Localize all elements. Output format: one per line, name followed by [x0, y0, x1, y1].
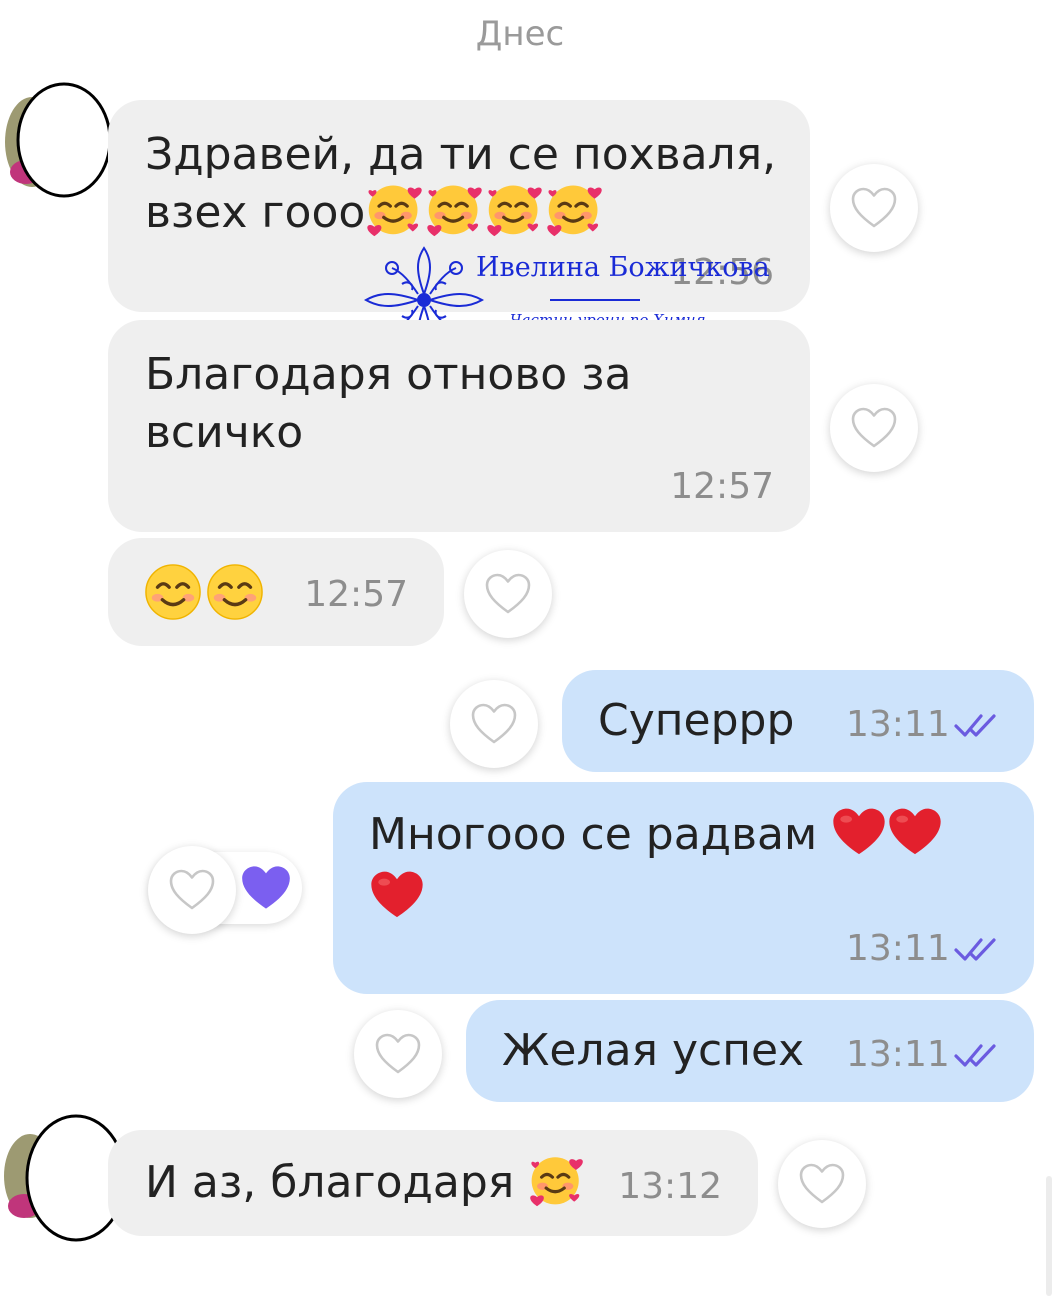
- message-text: Многооо се радвам: [369, 809, 818, 860]
- like-button[interactable]: [830, 384, 918, 472]
- message-bubble-outgoing[interactable]: Желая успех 13:11: [466, 1000, 1034, 1102]
- watermark-divider: [550, 299, 640, 301]
- like-button[interactable]: [464, 550, 552, 638]
- message-time: 13:11: [846, 704, 950, 745]
- smiling-face-icon: [144, 563, 264, 632]
- message-text: Желая успех: [502, 1025, 805, 1076]
- message-bubble-incoming[interactable]: И аз, благодаря 13:12: [108, 1130, 758, 1236]
- like-button[interactable]: [148, 846, 236, 934]
- heart-outline-icon: [484, 572, 532, 616]
- purple-heart-icon: [240, 864, 292, 912]
- smiling-face-with-hearts-icon: [528, 1157, 586, 1208]
- smiling-face-with-hearts-icon: [365, 187, 605, 238]
- like-button[interactable]: [354, 1010, 442, 1098]
- double-check-icon: [954, 934, 998, 964]
- like-button[interactable]: [778, 1140, 866, 1228]
- double-check-icon: [954, 1040, 998, 1070]
- like-button[interactable]: [830, 164, 918, 252]
- heart-outline-icon: [470, 702, 518, 746]
- message-time: 13:12: [618, 1166, 722, 1207]
- heart-outline-icon: [374, 1032, 422, 1076]
- contact-avatar[interactable]: [2, 82, 114, 200]
- message-bubble-incoming[interactable]: Благодаря отново за всичко 12:57: [108, 320, 810, 532]
- message-time: 12:57: [670, 466, 774, 507]
- message-time: 13:11: [846, 928, 950, 969]
- heart-outline-icon: [798, 1162, 846, 1206]
- like-button[interactable]: [450, 680, 538, 768]
- date-separator: Днес: [475, 14, 565, 54]
- message-text: И аз, благодаря: [145, 1157, 515, 1208]
- scrollbar[interactable]: [1046, 1176, 1052, 1296]
- message-bubble-incoming[interactable]: 12:57: [108, 538, 444, 646]
- message-text: Суперрр: [598, 695, 795, 746]
- watermark-name: Ивелина Божичкова: [476, 252, 770, 283]
- message-text: Благодаря отново за всичко: [145, 349, 632, 458]
- message-bubble-outgoing[interactable]: Суперрр 13:11: [562, 670, 1034, 772]
- message-time: 12:57: [304, 574, 408, 615]
- heart-outline-icon: [168, 868, 216, 912]
- double-check-icon: [954, 710, 998, 740]
- message-bubble-outgoing[interactable]: Многооо се радвам 13:11: [333, 782, 1034, 994]
- message-time: 13:11: [846, 1034, 950, 1075]
- heart-outline-icon: [850, 406, 898, 450]
- heart-outline-icon: [850, 186, 898, 230]
